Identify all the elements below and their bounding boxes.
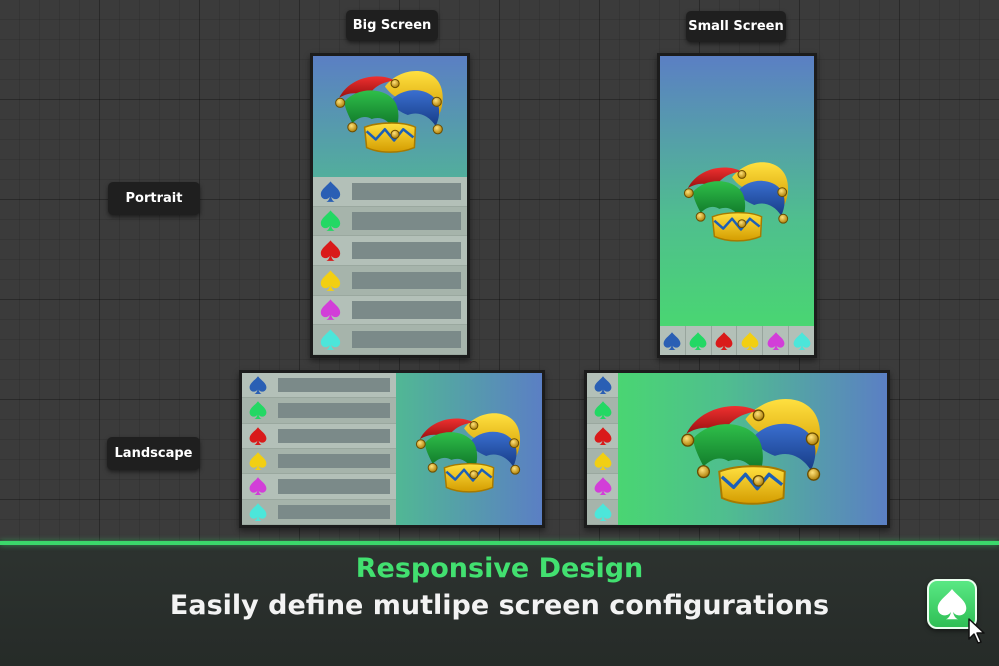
red-spade-icon — [715, 331, 733, 350]
suit-row[interactable] — [242, 499, 396, 525]
cyan-spade-icon — [249, 502, 267, 521]
jester-hat-icon — [329, 65, 451, 159]
big-portrait-screen — [310, 53, 470, 358]
suit-row[interactable] — [313, 265, 467, 296]
row-placeholder-bar — [278, 377, 390, 393]
cyan-spade-icon — [793, 331, 810, 350]
magenta-spade-icon — [249, 477, 267, 496]
suit-column — [587, 373, 618, 525]
small-portrait-screen — [657, 53, 817, 358]
portrait-label: Portrait — [108, 182, 200, 215]
row-placeholder-bar — [278, 453, 390, 469]
blue-spade-icon — [249, 376, 267, 395]
magenta-spade-icon — [767, 331, 785, 350]
suit-cell[interactable] — [660, 326, 686, 355]
green-spade-icon — [249, 401, 267, 420]
suit-row[interactable] — [587, 448, 618, 475]
suit-cell[interactable] — [712, 326, 738, 355]
magenta-spade-icon — [594, 477, 611, 496]
suit-cell[interactable] — [789, 326, 814, 355]
suit-row[interactable] — [242, 423, 396, 449]
footer-title: Responsive Design — [355, 553, 644, 584]
suit-strip — [660, 326, 814, 355]
magenta-spade-icon — [320, 299, 341, 321]
suit-row[interactable] — [313, 295, 467, 326]
suit-row[interactable] — [587, 373, 618, 399]
suit-cell[interactable] — [737, 326, 764, 355]
mouse-cursor-icon — [968, 618, 985, 644]
suit-list — [313, 177, 467, 355]
suit-list — [242, 373, 396, 525]
suit-row[interactable] — [313, 206, 467, 237]
jester-hat-icon — [678, 156, 796, 248]
footer-subtitle: Easily define mutlipe screen configurati… — [169, 590, 830, 621]
suit-row[interactable] — [242, 448, 396, 475]
row-placeholder-bar — [352, 301, 461, 319]
suit-row[interactable] — [587, 398, 618, 424]
suit-row[interactable] — [313, 177, 467, 207]
big-landscape-screen — [239, 370, 545, 528]
suit-row[interactable] — [313, 236, 467, 266]
suit-row[interactable] — [242, 398, 396, 424]
cyan-spade-icon — [320, 329, 341, 350]
suit-row[interactable] — [242, 474, 396, 500]
yellow-spade-icon — [741, 331, 759, 350]
row-placeholder-bar — [278, 479, 390, 494]
row-placeholder-bar — [352, 182, 461, 200]
yellow-spade-icon — [249, 452, 267, 471]
suit-row[interactable] — [587, 499, 618, 525]
red-spade-icon — [320, 240, 341, 261]
row-placeholder-bar — [352, 271, 461, 289]
suit-row[interactable] — [587, 423, 618, 449]
suit-row[interactable] — [587, 474, 618, 500]
suit-row[interactable] — [242, 373, 396, 399]
red-spade-icon — [249, 427, 267, 445]
blue-spade-icon — [594, 376, 611, 395]
footer-divider — [0, 541, 999, 545]
row-placeholder-bar — [352, 242, 461, 260]
yellow-spade-icon — [594, 452, 611, 471]
small-landscape-screen — [584, 370, 890, 528]
spade-icon — [937, 589, 967, 620]
suit-row[interactable] — [313, 325, 467, 355]
row-placeholder-bar — [352, 331, 461, 349]
blue-spade-icon — [664, 331, 681, 350]
suit-cell[interactable] — [763, 326, 790, 355]
small-screen-label: Small Screen — [686, 11, 786, 42]
green-spade-icon — [689, 331, 707, 350]
landscape-label: Landscape — [107, 437, 200, 470]
row-placeholder-bar — [278, 504, 390, 520]
row-placeholder-bar — [352, 212, 461, 230]
jester-hat-icon — [663, 393, 841, 511]
big-screen-label: Big Screen — [346, 10, 438, 41]
row-placeholder-bar — [278, 403, 390, 418]
yellow-spade-icon — [320, 270, 341, 291]
blue-spade-icon — [320, 181, 341, 202]
green-spade-icon — [594, 401, 611, 420]
jester-hat-icon — [410, 407, 528, 499]
row-placeholder-bar — [278, 428, 390, 444]
green-spade-icon — [320, 210, 341, 232]
red-spade-icon — [594, 427, 611, 445]
suit-cell[interactable] — [686, 326, 712, 355]
cyan-spade-icon — [594, 502, 611, 521]
